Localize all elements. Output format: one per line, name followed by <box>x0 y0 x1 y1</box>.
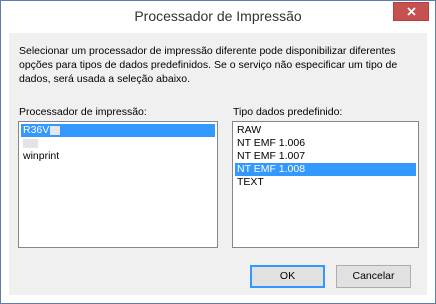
datatype-label: Tipo dados predefinido: <box>233 106 343 118</box>
ok-button[interactable]: OK <box>250 265 325 288</box>
datatype-item-emf-1006[interactable]: NT EMF 1.006 <box>235 137 416 150</box>
redacted-mark <box>23 138 38 148</box>
datatype-item-text[interactable]: TEXT <box>235 176 416 189</box>
processor-item-r36v[interactable]: R36V <box>21 124 215 137</box>
dialog-window: Processador de Impressão Selecionar um p… <box>0 0 436 304</box>
description-text: Selecionar um processador de impressão d… <box>19 45 398 85</box>
processor-label: Processador de impressão: <box>19 106 147 118</box>
processor-item-winprint[interactable]: winprint <box>21 150 215 163</box>
cancel-button[interactable]: Cancelar <box>336 265 411 288</box>
datatype-item-emf-1008[interactable]: NT EMF 1.008 <box>235 163 416 176</box>
datatype-listbox[interactable]: RAW NT EMF 1.006 NT EMF 1.007 NT EMF 1.0… <box>232 121 419 248</box>
redacted-mark <box>50 125 61 135</box>
close-icon <box>407 7 416 16</box>
dialog-title: Processador de Impressão <box>134 8 302 24</box>
dialog-body: Selecionar um processador de impressão d… <box>9 33 427 295</box>
datatype-item-raw[interactable]: RAW <box>235 124 416 137</box>
datatype-item-emf-1007[interactable]: NT EMF 1.007 <box>235 150 416 163</box>
processor-item-redacted[interactable] <box>21 137 215 150</box>
close-button[interactable] <box>393 2 429 21</box>
title-bar[interactable]: Processador de Impressão <box>1 1 435 33</box>
processor-listbox[interactable]: R36V winprint <box>18 121 218 248</box>
